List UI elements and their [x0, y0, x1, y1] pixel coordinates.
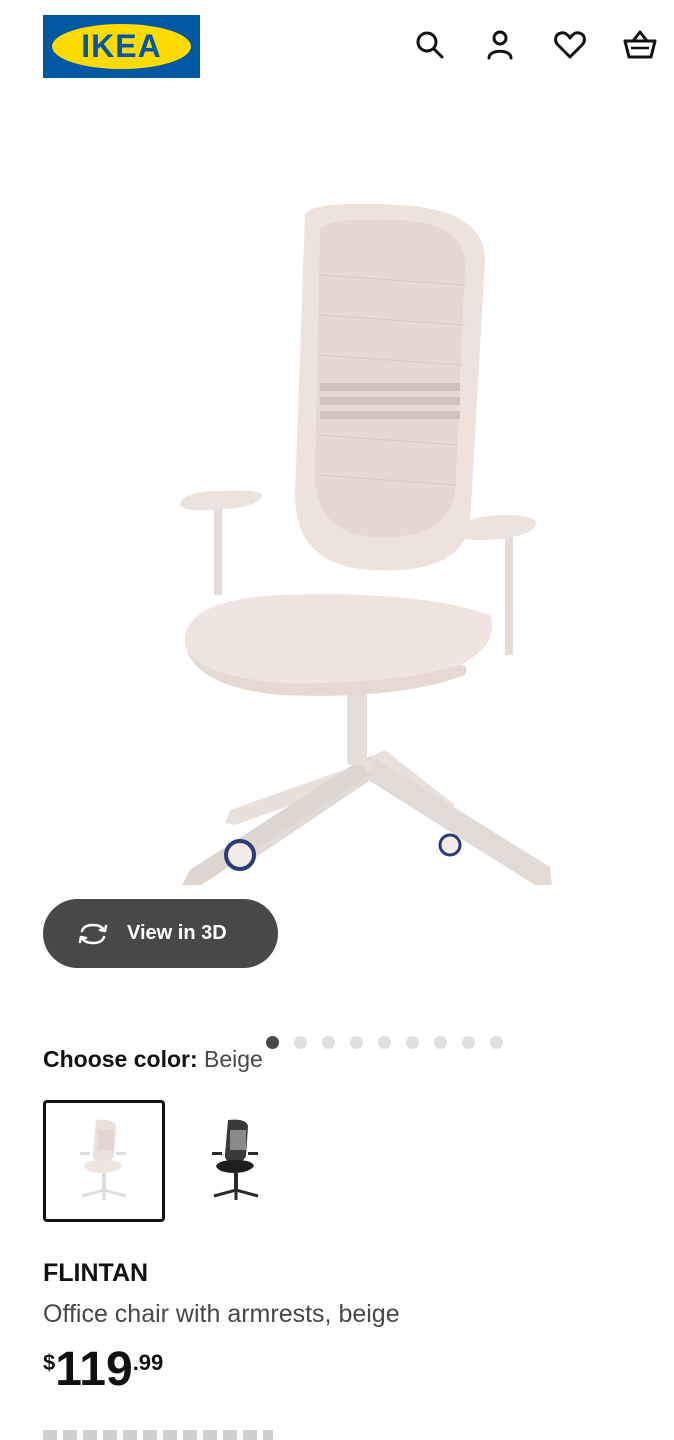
color-swatch-beige[interactable]: [43, 1100, 165, 1222]
search-icon[interactable]: [412, 27, 448, 63]
price-decimal: .99: [132, 1350, 164, 1375]
selected-color-value: Beige: [204, 1046, 263, 1072]
product-name: FLINTAN: [43, 1259, 149, 1287]
gallery-dot-5[interactable]: [378, 1036, 391, 1049]
gallery-dot-3[interactable]: [322, 1036, 335, 1049]
view-in-3d-button[interactable]: View in 3D: [43, 899, 278, 968]
gallery-dot-8[interactable]: [462, 1036, 475, 1049]
gallery-pagination: [266, 1036, 518, 1050]
top-header: IKEA: [0, 0, 674, 100]
gallery-dot-6[interactable]: [406, 1036, 419, 1049]
gallery-dot-2[interactable]: [294, 1036, 307, 1049]
gallery-dot-1[interactable]: [266, 1036, 279, 1049]
price-currency: $: [43, 1350, 56, 1375]
product-price: $119.99: [43, 1346, 163, 1394]
ikea-logo[interactable]: IKEA: [43, 15, 200, 78]
product-image[interactable]: [140, 195, 580, 885]
favorites-icon[interactable]: [552, 27, 588, 63]
basket-icon[interactable]: [622, 27, 658, 63]
product-description: Office chair with armrests, beige: [43, 1300, 400, 1328]
product-gallery[interactable]: View in 3D: [0, 100, 674, 1049]
account-icon[interactable]: [482, 27, 518, 63]
choose-color-row: Choose color: Beige: [43, 1044, 263, 1074]
cut-off-text-row: [43, 1430, 273, 1440]
gallery-dot-7[interactable]: [434, 1036, 447, 1049]
view-in-3d-label: View in 3D: [127, 922, 227, 944]
gallery-dot-9[interactable]: [490, 1036, 503, 1049]
logo-text: IKEA: [81, 28, 162, 64]
color-swatch-black[interactable]: [175, 1100, 297, 1222]
beige-chair-thumbnail: [80, 1119, 127, 1200]
rotate-3d-icon: [78, 923, 108, 944]
price-whole: 119: [55, 1343, 133, 1396]
choose-color-label: Choose color:: [43, 1046, 198, 1072]
gallery-dot-4[interactable]: [350, 1036, 363, 1049]
black-chair-thumbnail: [212, 1119, 259, 1200]
